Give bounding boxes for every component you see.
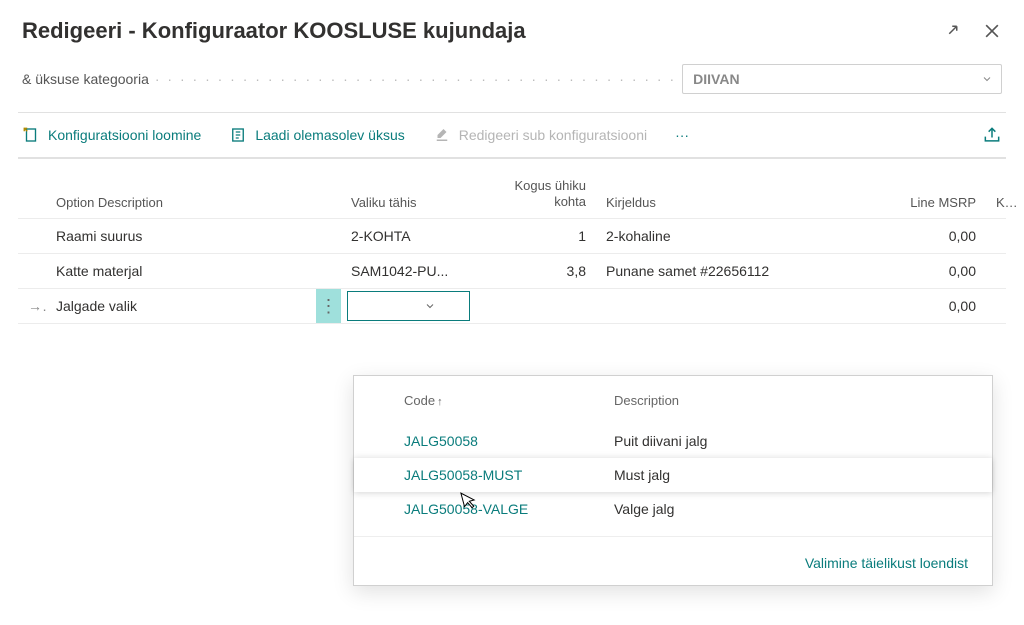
cell-desc[interactable]: Punane samet #22656112 [596, 263, 896, 279]
select-from-full-list-link[interactable]: Valimine täielikust loendist [354, 536, 992, 585]
valiku-tahis-input[interactable] [354, 298, 424, 314]
col-qty[interactable]: Kogus ühiku kohta [476, 178, 596, 211]
window-controls [944, 21, 1002, 41]
expand-icon[interactable] [944, 21, 962, 41]
col-kirjeldus[interactable]: Kirjeldus [596, 195, 896, 210]
new-doc-icon [22, 126, 40, 144]
lookup-desc: Must jalg [614, 467, 962, 483]
chevron-down-icon [981, 73, 993, 85]
cell-qty[interactable]: 1 [476, 228, 596, 244]
lookup-item[interactable]: JALG50058-VALGE Valge jalg [354, 492, 992, 526]
edit-sub-button: Redigeeri sub konfiguratsiooni [433, 126, 647, 144]
cell-option[interactable]: Jalgade valik [46, 298, 316, 314]
popup-header-row: Code↑ Description [354, 376, 992, 424]
table-row-active: → Jalgade valik ⋮ 0,00 [18, 289, 1006, 324]
cell-desc[interactable]: 2-kohaline [596, 228, 896, 244]
dots-filler: · · · · · · · · · · · · · · · · · · · · … [149, 71, 682, 87]
col-line-msrp[interactable]: Line MSRP [896, 195, 986, 210]
cell-option[interactable]: Katte materjal [46, 263, 316, 279]
col-kauba[interactable]: Kauba [986, 195, 1024, 210]
row-more-button[interactable]: ⋮ [316, 289, 341, 323]
cell-tahis[interactable]: 2-KOHTA [341, 228, 476, 244]
lookup-item[interactable]: JALG50058-MUST Must jalg [354, 458, 992, 492]
lookup-desc: Valge jalg [614, 501, 962, 517]
category-select[interactable]: DIIVAN [682, 64, 1002, 94]
table-row: Raami suurus 2-KOHTA 1 2-kohaline 0,00 [18, 219, 1006, 254]
toolbar: Konfiguratsiooni loomine Laadi olemasole… [0, 113, 1024, 157]
category-label: & üksuse kategooria [22, 71, 149, 87]
popup-col-code[interactable]: Code↑ [404, 393, 614, 408]
toolbar-label: Redigeeri sub konfiguratsiooni [459, 127, 647, 143]
more-icon: ··· [675, 127, 689, 143]
cell-tahis[interactable]: SAM1042-PU... [341, 263, 476, 279]
data-grid: Option Description Valiku tähis Kogus üh… [18, 158, 1006, 324]
page-title: Redigeeri - Konfiguraator KOOSLUSE kujun… [22, 18, 526, 44]
close-icon[interactable] [982, 21, 1002, 41]
cell-msrp[interactable]: 0,00 [896, 228, 986, 244]
toolbar-label: Laadi olemasolev üksus [255, 127, 404, 143]
popup-col-description[interactable]: Description [614, 393, 962, 408]
load-icon [229, 126, 247, 144]
page-header: Redigeeri - Konfiguraator KOOSLUSE kujun… [0, 0, 1024, 54]
lookup-popup: Code↑ Description JALG50058 Puit diivani… [353, 375, 993, 586]
lookup-desc: Puit diivani jalg [614, 433, 962, 449]
chevron-down-icon [424, 300, 436, 312]
share-button[interactable] [982, 125, 1002, 145]
cell-qty[interactable]: 3,8 [476, 263, 596, 279]
more-actions-button[interactable]: ··· [675, 127, 689, 143]
lookup-code: JALG50058-VALGE [404, 501, 614, 517]
category-row: & üksuse kategooria · · · · · · · · · · … [0, 54, 1024, 112]
lookup-code: JALG50058-MUST [404, 467, 614, 483]
valiku-tahis-dropdown[interactable] [347, 291, 470, 321]
cell-msrp[interactable]: 0,00 [896, 263, 986, 279]
toolbar-label: Konfiguratsiooni loomine [48, 127, 201, 143]
cell-msrp[interactable]: 0,00 [896, 298, 986, 314]
table-row: Katte materjal SAM1042-PU... 3,8 Punane … [18, 254, 1006, 289]
load-existing-button[interactable]: Laadi olemasolev üksus [229, 126, 404, 144]
lookup-code: JALG50058 [404, 433, 614, 449]
edit-icon [433, 126, 451, 144]
sort-asc-icon: ↑ [437, 396, 443, 408]
category-value: DIIVAN [693, 71, 739, 87]
row-indicator-icon: → [18, 298, 46, 314]
cell-option[interactable]: Raami suurus [46, 228, 316, 244]
lookup-item[interactable]: JALG50058 Puit diivani jalg [354, 424, 992, 458]
grid-header-row: Option Description Valiku tähis Kogus üh… [18, 159, 1006, 219]
col-valiku-tahis[interactable]: Valiku tähis [341, 195, 476, 210]
col-option-description[interactable]: Option Description [46, 195, 316, 210]
create-config-button[interactable]: Konfiguratsiooni loomine [22, 126, 201, 144]
